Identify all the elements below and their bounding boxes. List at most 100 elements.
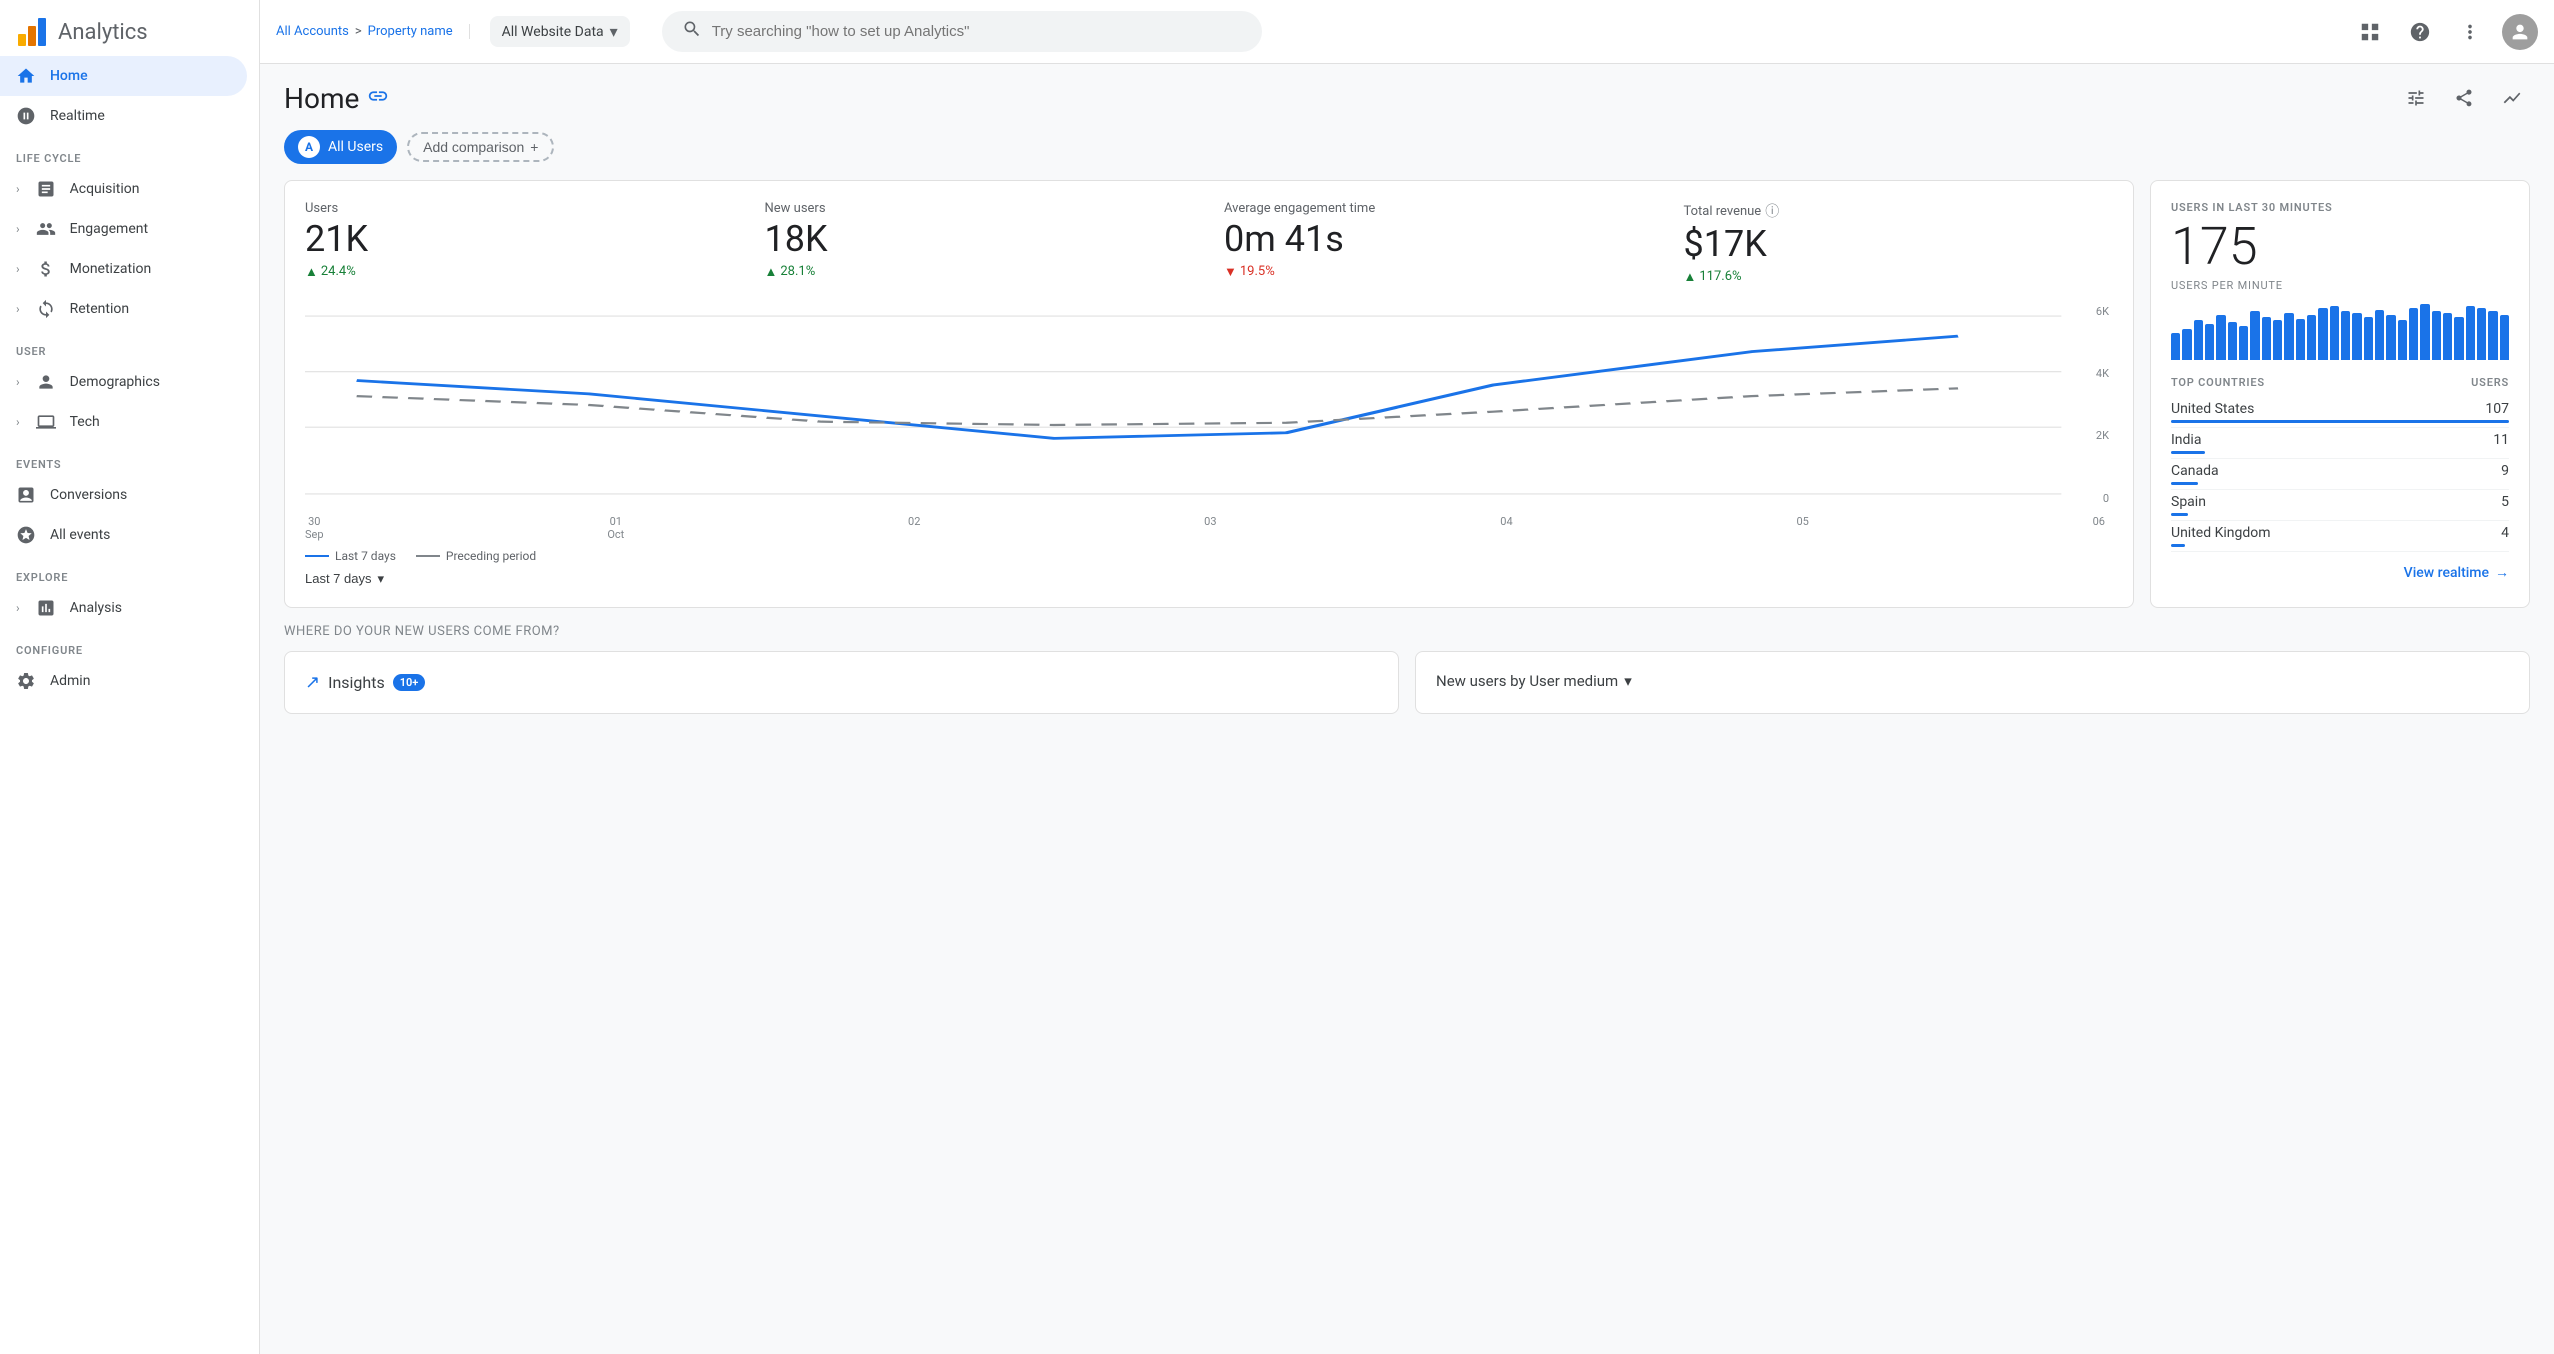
configure-section-label: CONFIGURE (0, 628, 259, 661)
tech-label: Tech (70, 414, 100, 430)
country-row-2: Canada 9 (2171, 459, 2509, 490)
stat-engagement: Average engagement time 0m 41s ▼ 19.5% (1224, 201, 1654, 285)
mini-bar-23 (2432, 311, 2441, 361)
country-count-0: 107 (2485, 401, 2509, 417)
sidebar-item-realtime[interactable]: Realtime (0, 96, 247, 136)
breadcrumb-separator: > (355, 24, 362, 39)
mini-bar-7 (2250, 311, 2259, 361)
sidebar-item-admin[interactable]: Admin (0, 661, 247, 701)
topbar-actions (2352, 14, 2538, 50)
acquisition-expand-icon: › (16, 182, 20, 196)
mini-bar-22 (2420, 304, 2429, 360)
bottom-section: WHERE DO YOUR NEW USERS COME FROM? ↗ Ins… (284, 624, 2530, 714)
mini-bar-12 (2307, 315, 2316, 360)
lifecycle-section-label: LIFE CYCLE (0, 136, 259, 169)
users-col-label: USERS (2471, 376, 2509, 389)
x-label-04: 04 (1500, 515, 1512, 541)
acquisition-icon (36, 179, 56, 199)
stat-engagement-value: 0m 41s (1224, 220, 1654, 260)
sidebar-item-home[interactable]: Home (0, 56, 247, 96)
realtime-icon (16, 106, 36, 126)
main-grid: Users 21K ▲ 24.4% New users 18K ▲ 28.1% (284, 180, 2530, 608)
user-section-label: USER (0, 329, 259, 362)
country-count-1: 11 (2493, 432, 2509, 448)
property-select[interactable]: All Website Data ▾ (490, 16, 630, 47)
more-icon[interactable] (2452, 14, 2488, 50)
legend-current: Last 7 days (305, 549, 396, 563)
x-label-05: 05 (1796, 515, 1808, 541)
retention-icon (36, 299, 56, 319)
engagement-icon (36, 219, 56, 239)
mini-bar-10 (2284, 313, 2293, 360)
chart-yaxis: 6K 4K 2K 0 (2092, 305, 2113, 505)
stats-chart-card: Users 21K ▲ 24.4% New users 18K ▲ 28.1% (284, 180, 2134, 608)
line-chart: 6K 4K 2K 0 (305, 305, 2113, 505)
legend-previous: Preceding period (416, 549, 536, 563)
realtime-card: USERS IN LAST 30 MINUTES 175 USERS PER M… (2150, 180, 2530, 608)
customize-report-button[interactable] (2398, 80, 2434, 116)
stat-engagement-change: ▼ 19.5% (1224, 264, 1654, 280)
stat-revenue-value: $17K (1684, 225, 2114, 265)
add-comparison-button[interactable]: Add comparison + (407, 132, 554, 162)
sidebar-item-conversions[interactable]: Conversions (0, 475, 247, 515)
new-users-header[interactable]: New users by User medium ▾ (1436, 672, 2509, 690)
legend-current-line (305, 555, 329, 557)
sidebar-item-acquisition[interactable]: › Acquisition (0, 169, 247, 209)
filter-row: A All Users Add comparison + (284, 130, 2530, 164)
legend-previous-line (416, 555, 440, 557)
analysis-expand-icon: › (16, 601, 20, 615)
page-title: Home (284, 82, 359, 115)
retention-label: Retention (70, 301, 130, 317)
title-link-icon[interactable] (367, 85, 389, 112)
country-bar-4 (2171, 544, 2185, 547)
date-range-label: Last 7 days (305, 571, 372, 586)
grid-icon[interactable] (2352, 14, 2388, 50)
y-label-2k: 2K (2096, 429, 2109, 442)
country-name-2: Canada (2171, 463, 2219, 479)
avatar[interactable] (2502, 14, 2538, 50)
help-icon[interactable] (2402, 14, 2438, 50)
chart-legend: Last 7 days Preceding period (305, 549, 2113, 563)
mini-bar-28 (2488, 311, 2497, 361)
sidebar-item-engagement[interactable]: › Engagement (0, 209, 247, 249)
mini-bar-21 (2409, 308, 2418, 360)
all-events-icon (16, 525, 36, 545)
insights-button[interactable] (2494, 80, 2530, 116)
chart-svg (305, 305, 2113, 505)
admin-icon (16, 671, 36, 691)
revenue-info-icon[interactable]: ⓘ (1765, 201, 1779, 221)
legend-current-label: Last 7 days (335, 549, 396, 563)
country-count-2: 9 (2501, 463, 2509, 479)
engagement-expand-icon: › (16, 222, 20, 236)
all-users-filter[interactable]: A All Users (284, 130, 397, 164)
sidebar-item-tech[interactable]: › Tech (0, 402, 247, 442)
sidebar-item-demographics[interactable]: › Demographics (0, 362, 247, 402)
sidebar-item-retention[interactable]: › Retention (0, 289, 247, 329)
date-range-button[interactable]: Last 7 days ▾ (305, 571, 384, 587)
mini-bar-29 (2500, 315, 2509, 360)
breadcrumb-property[interactable]: Property name (368, 24, 453, 39)
sidebar-item-monetization[interactable]: › Monetization (0, 249, 247, 289)
search-input[interactable] (712, 23, 1242, 40)
share-button[interactable] (2446, 80, 2482, 116)
view-realtime-link[interactable]: View realtime → (2171, 564, 2509, 581)
country-count-3: 5 (2501, 494, 2509, 510)
country-name-0: United States (2171, 401, 2254, 417)
mini-bar-8 (2262, 317, 2271, 360)
page-title-row: Home (284, 82, 389, 115)
stat-revenue: Total revenue ⓘ $17K ▲ 117.6% (1684, 201, 2114, 285)
mini-bar-24 (2443, 313, 2452, 360)
realtime-count: 175 (2171, 218, 2509, 275)
breadcrumb-all-accounts[interactable]: All Accounts (276, 24, 349, 39)
new-users-up-arrow: ▲ (765, 264, 778, 280)
stats-row: Users 21K ▲ 24.4% New users 18K ▲ 28.1% (305, 201, 2113, 285)
tech-icon (36, 412, 56, 432)
search-bar[interactable] (662, 11, 1262, 52)
country-row-4: United Kingdom 4 (2171, 521, 2509, 552)
countries-list: United States 107 India 11 Canada 9 Spai… (2171, 397, 2509, 552)
engagement-change-pct: 19.5% (1240, 264, 1275, 279)
country-bar-3 (2171, 513, 2188, 516)
sidebar-item-all-events[interactable]: All events (0, 515, 247, 555)
engagement-label: Engagement (70, 221, 148, 237)
sidebar-item-analysis[interactable]: › Analysis (0, 588, 247, 628)
